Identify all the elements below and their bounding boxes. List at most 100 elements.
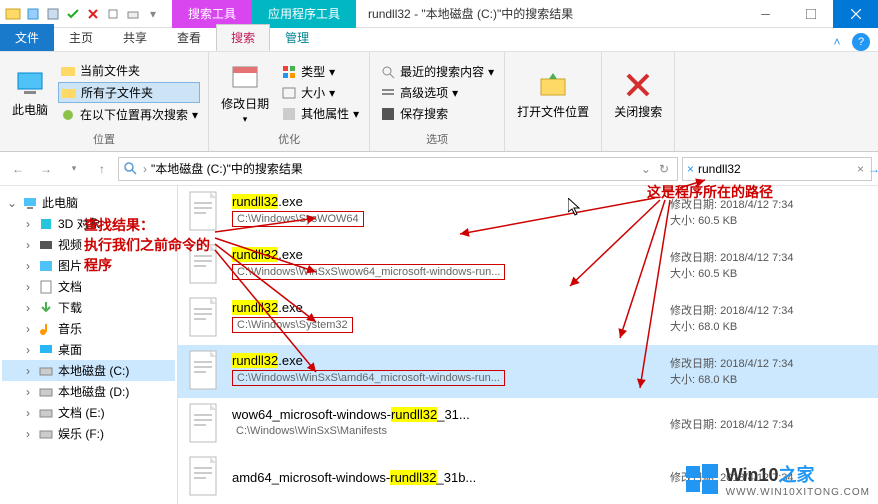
file-icon	[186, 455, 222, 499]
result-row[interactable]: rundll32.exe C:\Windows\SysWOW64 修改日期: 201…	[178, 186, 878, 239]
ribbon-save-search[interactable]: 保存搜索	[378, 104, 496, 123]
file-meta: 修改日期: 2018/4/12 7:34大小: 68.0 KB	[670, 355, 870, 387]
ribbon-modify-date[interactable]: 修改日期▾	[217, 56, 273, 129]
tab-view[interactable]: 查看	[162, 24, 216, 51]
maximize-button[interactable]	[788, 0, 833, 28]
file-meta: 修改日期: 2018/4/12 7:34大小: 60.5 KB	[670, 196, 870, 228]
ribbon-group-location: 位置	[8, 129, 200, 147]
file-info: wow64_microsoft-windows-rundll32_31... C:…	[232, 407, 660, 441]
tree-downloads[interactable]: ›下载	[2, 297, 175, 318]
file-name: wow64_microsoft-windows-rundll32_31...	[232, 407, 660, 422]
result-row[interactable]: rundll32.exe C:\Windows\System32 修改日期: 201…	[178, 292, 878, 345]
ribbon-collapse-icon[interactable]: ˄	[828, 33, 846, 51]
ribbon-advanced[interactable]: 高级选项 ▾	[378, 83, 496, 102]
file-info: rundll32.exe C:\Windows\WinSxS\wow64_micr…	[232, 247, 660, 283]
file-name: rundll32.exe	[232, 300, 660, 315]
file-name: amd64_microsoft-windows-rundll32_31b...	[232, 470, 660, 485]
ribbon: 此电脑 当前文件夹 所有子文件夹 在以下位置再次搜索 ▾ 位置 修改日期▾ 类型…	[0, 52, 878, 152]
ribbon-current-folder[interactable]: 当前文件夹	[58, 61, 200, 80]
address-box[interactable]: › "本地磁盘 (C:)"中的搜索结果 ⌄ ↻	[118, 157, 678, 181]
refresh-icon[interactable]: ↻	[655, 162, 673, 176]
ribbon-recent-search[interactable]: 最近的搜索内容 ▾	[378, 62, 496, 81]
tree-disk-d[interactable]: ›本地磁盘 (D:)	[2, 381, 175, 402]
tab-share[interactable]: 共享	[108, 24, 162, 51]
tree-videos[interactable]: ›视频	[2, 234, 175, 255]
file-name: rundll32.exe	[232, 247, 660, 262]
nav-back-button[interactable]: ←	[6, 157, 30, 181]
tree-disk-e[interactable]: ›文档 (E:)	[2, 402, 175, 423]
close-button[interactable]	[833, 0, 878, 28]
ribbon-size[interactable]: 大小 ▾	[279, 83, 361, 102]
watermark: Win10之家 WWW.WIN10XITONG.COM	[684, 461, 870, 498]
address-dropdown-icon[interactable]: ⌄	[641, 162, 651, 176]
ribbon-group-refine: 优化	[217, 129, 361, 147]
file-icon	[186, 402, 222, 446]
file-meta: 修改日期: 2018/4/12 7:34大小: 60.5 KB	[670, 249, 870, 281]
qat-btn-1[interactable]	[24, 5, 42, 23]
minimize-button[interactable]: ─	[743, 0, 788, 28]
ribbon-this-pc[interactable]: 此电脑	[8, 56, 52, 129]
navigation-tree: ⌄此电脑 ›3D 对象 ›视频 ›图片 ›文档 ›下载 ›音乐 ›桌面 ›本地磁…	[0, 186, 178, 504]
tree-music[interactable]: ›音乐	[2, 318, 175, 339]
ribbon-tabs: 文件 主页 共享 查看 搜索 管理 ˄ ?	[0, 28, 878, 52]
ribbon-this-pc-label: 此电脑	[12, 101, 48, 118]
tree-disk-f[interactable]: ›娱乐 (F:)	[2, 423, 175, 444]
file-name: rundll32.exe	[232, 353, 660, 368]
file-icon	[186, 349, 222, 393]
qat-btn-2[interactable]	[44, 5, 62, 23]
tree-documents[interactable]: ›文档	[2, 276, 175, 297]
file-info: amd64_microsoft-windows-rundll32_31b...	[232, 470, 660, 485]
file-info: rundll32.exe C:\Windows\SysWOW64	[232, 194, 660, 230]
nav-up-button[interactable]: ↑	[90, 157, 114, 181]
result-row[interactable]: wow64_microsoft-windows-rundll32_31... C:…	[178, 398, 878, 451]
cursor-icon	[568, 198, 584, 218]
search-results-icon	[123, 161, 139, 177]
file-path: C:\Windows\WinSxS\amd64_microsoft-window…	[232, 370, 505, 386]
ribbon-type[interactable]: 类型 ▾	[279, 62, 361, 81]
search-results-list: rundll32.exe C:\Windows\SysWOW64 修改日期: 201…	[178, 186, 878, 504]
tree-3d-objects[interactable]: ›3D 对象	[2, 213, 175, 234]
ribbon-other-props[interactable]: 其他属性 ▾	[279, 104, 361, 123]
search-input[interactable]	[698, 162, 853, 176]
file-path: C:\Windows\WinSxS\wow64_microsoft-window…	[232, 264, 505, 280]
address-path: "本地磁盘 (C:)"中的搜索结果	[151, 160, 303, 177]
file-icon	[186, 190, 222, 234]
qat-btn-5[interactable]	[104, 5, 122, 23]
qat-checkmark-icon[interactable]	[64, 5, 82, 23]
search-clear-icon[interactable]: ×	[687, 162, 694, 176]
file-meta: 修改日期: 2018/4/12 7:34大小: 68.0 KB	[670, 302, 870, 334]
ribbon-modify-date-label: 修改日期	[221, 95, 269, 112]
tab-home[interactable]: 主页	[54, 24, 108, 51]
qat-dropdown-icon[interactable]: ▾	[144, 5, 162, 23]
tree-pictures[interactable]: ›图片	[2, 255, 175, 276]
result-row[interactable]: rundll32.exe C:\Windows\WinSxS\wow64_micr…	[178, 239, 878, 292]
file-name: rundll32.exe	[232, 194, 660, 209]
qat-btn-6[interactable]	[124, 5, 142, 23]
search-box[interactable]: × × →	[682, 157, 872, 181]
nav-forward-button[interactable]: →	[34, 157, 58, 181]
help-icon[interactable]: ?	[852, 33, 870, 51]
ribbon-all-subfolders[interactable]: 所有子文件夹	[58, 82, 200, 103]
tab-manage[interactable]: 管理	[270, 24, 324, 51]
ribbon-open-location-label: 打开文件位置	[517, 103, 589, 120]
tab-search[interactable]: 搜索	[216, 24, 270, 51]
quick-access-toolbar: ▾	[0, 5, 166, 23]
qat-delete-icon[interactable]	[84, 5, 102, 23]
result-row[interactable]: rundll32.exe C:\Windows\WinSxS\amd64_micr…	[178, 345, 878, 398]
search-go-icon[interactable]: →	[868, 162, 878, 176]
window-title: rundll32 - "本地磁盘 (C:)"中的搜索结果	[356, 5, 743, 22]
tree-disk-c[interactable]: ›本地磁盘 (C:)	[2, 360, 175, 381]
tree-desktop[interactable]: ›桌面	[2, 339, 175, 360]
file-path: C:\Windows\WinSxS\Manifests	[232, 424, 391, 438]
file-path: C:\Windows\System32	[232, 317, 353, 333]
ribbon-search-again[interactable]: 在以下位置再次搜索 ▾	[58, 105, 200, 124]
ribbon-open-location[interactable]: 打开文件位置	[513, 56, 593, 133]
file-path: C:\Windows\SysWOW64	[232, 211, 364, 227]
nav-recent-dropdown[interactable]: ▾	[62, 157, 86, 181]
tab-file[interactable]: 文件	[0, 24, 54, 51]
ribbon-close-search[interactable]: 关闭搜索	[610, 56, 666, 133]
search-x-icon[interactable]: ×	[857, 162, 864, 176]
file-icon	[186, 243, 222, 287]
file-meta: 修改日期: 2018/4/12 7:34	[670, 416, 870, 432]
tree-this-pc[interactable]: ⌄此电脑	[2, 192, 175, 213]
